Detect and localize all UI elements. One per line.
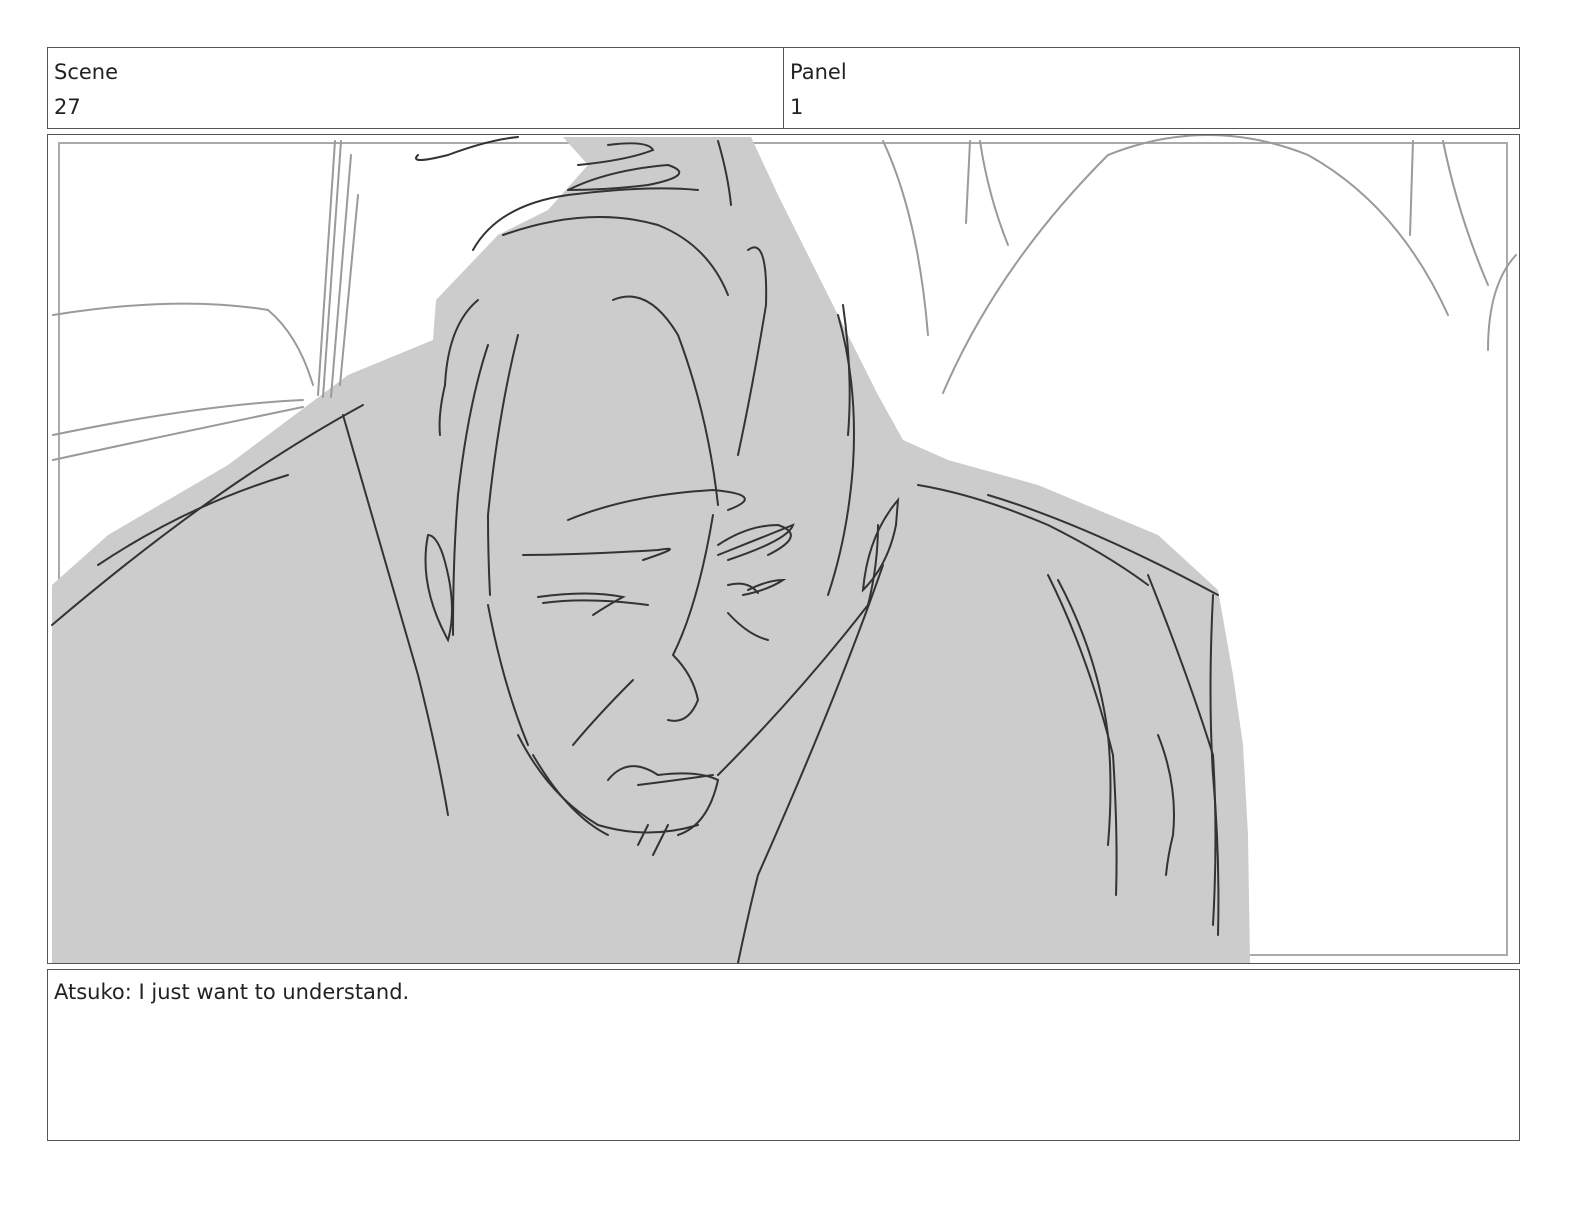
scene-label: Scene [54,60,119,84]
panel-number: 1 [790,95,804,119]
storyboard-header: Scene 27 Panel 1 [47,47,1520,129]
dialogue-text: Atsuko: I just want to understand. [54,980,410,1004]
panel-label: Panel [790,60,847,84]
storyboard-sketch [51,135,1517,963]
panel-cell: Panel 1 [783,48,1519,128]
scene-number: 27 [54,95,81,119]
dialogue-caption: Atsuko: I just want to understand. [47,969,1520,1141]
scene-cell: Scene 27 [48,48,783,128]
panel-frame [47,134,1520,964]
